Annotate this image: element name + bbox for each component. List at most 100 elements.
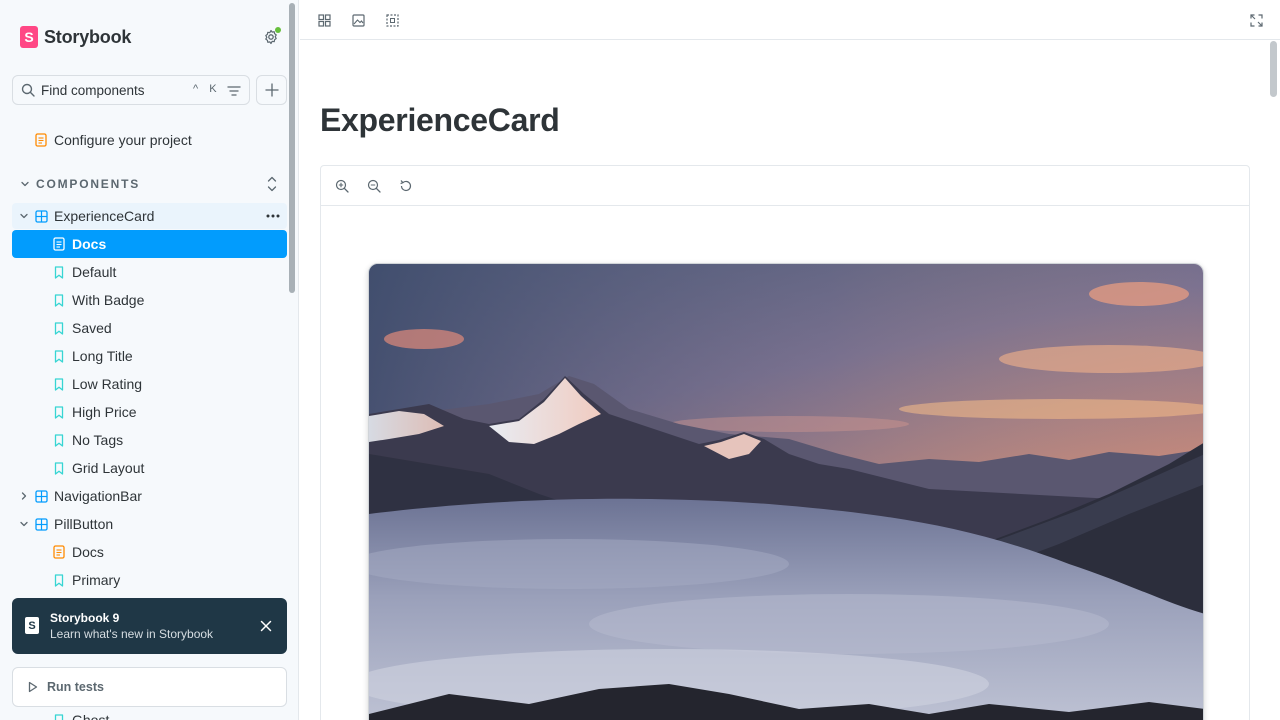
run-tests-button[interactable]: Run tests — [12, 667, 287, 707]
tree-component-navigationbar[interactable]: NavigationBar — [34, 484, 142, 508]
notification-subtitle: Learn what's new in Storybook — [50, 627, 214, 641]
mountain-landscape-image — [369, 264, 1203, 720]
main-scrollbar[interactable] — [1270, 41, 1277, 97]
bookmark-icon — [52, 573, 66, 587]
grid-toggle-button[interactable] — [316, 12, 332, 28]
tree-docs-pillbutton[interactable]: Docs — [52, 540, 104, 564]
expand-toggle[interactable] — [18, 490, 30, 502]
ellipsis-icon — [266, 214, 280, 218]
tree-story-primary[interactable]: Primary — [52, 568, 120, 592]
tree-item-label: Ghost — [72, 712, 110, 720]
storybook-logo[interactable]: S Storybook — [20, 25, 131, 49]
zoom-reset-icon — [400, 180, 412, 192]
document-icon — [52, 545, 66, 559]
tree-docs-experiencecard[interactable]: Docs — [52, 232, 106, 256]
dismiss-notification-button[interactable] — [258, 618, 274, 634]
filter-icon — [227, 86, 241, 96]
sidebar-scrollbar[interactable] — [289, 3, 295, 293]
plus-icon — [264, 83, 279, 97]
tree-item-label: No Tags — [72, 432, 124, 448]
bookmark-icon — [52, 293, 66, 307]
run-tests-label: Run tests — [47, 680, 104, 694]
create-story-button[interactable] — [256, 75, 287, 105]
outline-toggle-button[interactable] — [384, 12, 400, 28]
expand-collapse-icon — [267, 176, 277, 192]
zoom-in-icon — [335, 179, 349, 193]
tree-item-label: Low Rating — [72, 376, 143, 392]
tree-item-label: Docs — [72, 236, 107, 252]
chevron-down-icon — [20, 213, 28, 219]
component-icon — [34, 489, 48, 503]
bookmark-icon — [52, 405, 66, 419]
tree-story-ghost[interactable]: Ghost — [52, 708, 109, 720]
tree-item-label: PillButton — [54, 516, 114, 532]
tree-item-label: Grid Layout — [72, 460, 145, 476]
story-preview-canvas — [320, 165, 1250, 720]
tree-story-high-price[interactable]: High Price — [52, 400, 137, 424]
bookmark-icon — [52, 713, 66, 720]
tree-item-label: Docs — [72, 544, 104, 560]
tree-item-label: Primary — [72, 572, 121, 588]
tree-component-experiencecard[interactable]: ExperienceCard — [34, 204, 154, 228]
configure-project-link[interactable]: Configure your project — [34, 128, 192, 152]
more-options-button[interactable] — [264, 208, 282, 224]
preview-zoom-bar — [321, 166, 1249, 206]
bookmark-icon — [52, 321, 66, 335]
tree-story-saved[interactable]: Saved — [52, 316, 112, 340]
document-icon — [52, 237, 66, 251]
zoom-reset-button[interactable] — [398, 178, 414, 194]
chevron-down-icon — [20, 521, 28, 527]
sidebar: S Storybook ^ K — [0, 0, 299, 720]
fullscreen-button[interactable] — [1248, 12, 1264, 28]
search-icon — [21, 83, 35, 97]
tree-story-grid-layout[interactable]: Grid Layout — [52, 456, 144, 480]
notification-title: Storybook 9 — [50, 611, 120, 625]
tree-story-no-tags[interactable]: No Tags — [52, 428, 123, 452]
expand-toggle[interactable] — [18, 518, 30, 530]
zoom-in-button[interactable] — [334, 178, 350, 194]
preview-toolbar — [300, 0, 1280, 40]
search-shortcut: ^ K — [193, 83, 221, 95]
tree-component-pillbutton[interactable]: PillButton — [34, 512, 113, 536]
components-section-label: COMPONENTS — [36, 177, 141, 191]
update-indicator-dot — [275, 27, 281, 33]
storybook-icon: S — [25, 617, 39, 634]
zoom-out-icon — [367, 179, 381, 193]
grid-icon — [317, 13, 331, 27]
tree-item-label: Long Title — [72, 348, 133, 364]
storybook-logo-text: Storybook — [44, 26, 132, 47]
search-input[interactable] — [41, 82, 181, 98]
tree-item-label: NavigationBar — [54, 488, 142, 504]
bookmark-icon — [52, 433, 66, 447]
tree-item-label: ExperienceCard — [54, 208, 155, 224]
tree-story-with-badge[interactable]: With Badge — [52, 288, 144, 312]
tree-item-label: Saved — [72, 320, 112, 336]
image-icon — [351, 13, 365, 27]
bookmark-icon — [52, 349, 66, 363]
document-icon — [34, 133, 48, 147]
filter-button[interactable] — [224, 81, 244, 101]
tree-story-long-title[interactable]: Long Title — [52, 344, 133, 368]
tree-story-default[interactable]: Default — [52, 260, 116, 284]
tree-item-label: Default — [72, 264, 117, 280]
zoom-out-button[interactable] — [366, 178, 382, 194]
tree-item-label: With Badge — [72, 292, 145, 308]
chevron-right-icon — [21, 492, 27, 500]
whats-new-notification[interactable]: S Storybook 9 Learn what's new in Storyb… — [12, 598, 287, 654]
outline-icon — [385, 13, 399, 27]
tree-item-label: High Price — [72, 404, 137, 420]
experience-card-preview[interactable] — [368, 263, 1204, 720]
page-title: ExperienceCard — [320, 102, 560, 138]
component-icon — [34, 209, 48, 223]
tree-story-low-rating[interactable]: Low Rating — [52, 372, 142, 396]
components-section-header[interactable]: COMPONENTS — [20, 174, 140, 194]
expand-toggle[interactable] — [18, 210, 30, 222]
expand-collapse-all-button[interactable] — [264, 174, 280, 194]
bookmark-icon — [52, 377, 66, 391]
bookmark-icon — [52, 461, 66, 475]
search-box[interactable]: ^ K — [12, 75, 250, 105]
fullscreen-icon — [1249, 13, 1263, 27]
chevron-down-icon — [21, 181, 29, 187]
play-icon — [28, 681, 38, 693]
background-toggle-button[interactable] — [350, 12, 366, 28]
